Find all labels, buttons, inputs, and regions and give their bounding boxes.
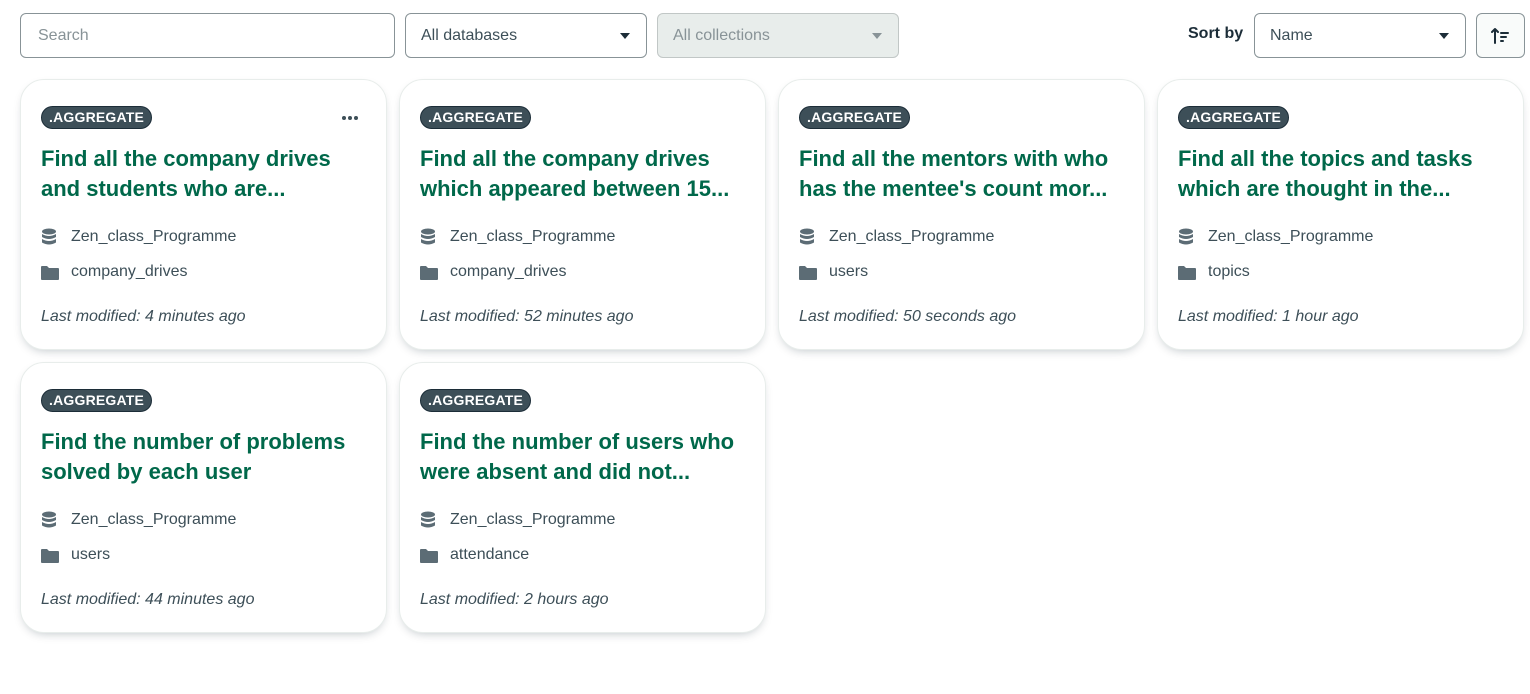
database-name: Zen_class_Programme (71, 511, 237, 528)
collection-name: topics (1208, 263, 1250, 280)
collection-name: users (829, 263, 869, 280)
database-row: Zen_class_Programme (420, 511, 615, 529)
database-icon (1178, 228, 1198, 246)
aggregate-badge: .AGGREGATE (420, 106, 532, 129)
collection-name: users (71, 546, 111, 563)
collection-row: users (41, 546, 110, 564)
chevron-down-icon (620, 33, 630, 39)
folder-icon (420, 546, 440, 564)
folder-icon (420, 263, 440, 281)
ellipsis-icon (342, 116, 358, 120)
collection-row: attendance (420, 546, 529, 564)
query-card[interactable]: .AGGREGATE Find the number of users who … (399, 362, 766, 633)
query-card[interactable]: .AGGREGATE Find the number of problems s… (20, 362, 387, 633)
database-name: Zen_class_Programme (1208, 228, 1374, 245)
chevron-down-icon (1439, 33, 1449, 39)
query-card[interactable]: .AGGREGATE Find all the topics and tasks… (1157, 79, 1524, 350)
last-modified: Last modified: 2 hours ago (420, 591, 609, 608)
aggregate-badge: .AGGREGATE (799, 106, 911, 129)
query-title[interactable]: Find all the company drives which appear… (420, 144, 750, 204)
database-icon (799, 228, 819, 246)
collection-row: company_drives (41, 263, 188, 281)
last-modified: Last modified: 52 minutes ago (420, 308, 634, 325)
query-title[interactable]: Find all the company drives and students… (41, 144, 371, 204)
query-card[interactable]: .AGGREGATE Find all the company drives w… (399, 79, 766, 350)
aggregate-badge: .AGGREGATE (41, 389, 153, 412)
query-title[interactable]: Find all the mentors with who has the me… (799, 144, 1129, 204)
last-modified: Last modified: 1 hour ago (1178, 308, 1359, 325)
database-name: Zen_class_Programme (450, 511, 616, 528)
query-card[interactable]: .AGGREGATE Find all the company drives a… (20, 79, 387, 350)
chevron-down-icon (872, 33, 882, 39)
collection-name: attendance (450, 546, 530, 563)
database-row: Zen_class_Programme (799, 228, 994, 246)
aggregate-badge: .AGGREGATE (420, 389, 532, 412)
sort-select[interactable]: Name (1254, 13, 1466, 58)
database-icon (420, 228, 440, 246)
database-name: Zen_class_Programme (450, 228, 616, 245)
collection-name: company_drives (71, 263, 188, 280)
database-icon (41, 228, 61, 246)
last-modified: Last modified: 4 minutes ago (41, 308, 246, 325)
database-row: Zen_class_Programme (41, 511, 236, 529)
query-card[interactable]: .AGGREGATE Find all the mentors with who… (778, 79, 1145, 350)
collection-row: users (799, 263, 868, 281)
database-icon (41, 511, 61, 529)
query-title[interactable]: Find the number of users who were absent… (420, 427, 750, 487)
collection-select-value: All collections (673, 26, 770, 44)
aggregate-badge: .AGGREGATE (41, 106, 153, 129)
database-select-value: All databases (421, 26, 518, 44)
aggregate-badge: .AGGREGATE (1178, 106, 1290, 129)
last-modified: Last modified: 44 minutes ago (41, 591, 255, 608)
collection-row: topics (1178, 263, 1250, 281)
database-row: Zen_class_Programme (1178, 228, 1373, 246)
database-icon (420, 511, 440, 529)
database-row: Zen_class_Programme (41, 228, 236, 246)
database-name: Zen_class_Programme (829, 228, 995, 245)
sort-direction-button[interactable] (1476, 13, 1525, 58)
folder-icon (1178, 263, 1198, 281)
collection-name: company_drives (450, 263, 567, 280)
sort-ascending-icon (1490, 27, 1509, 44)
database-name: Zen_class_Programme (71, 228, 237, 245)
folder-icon (799, 263, 819, 281)
folder-icon (41, 546, 61, 564)
collection-select: All collections (657, 13, 899, 58)
sort-label: Sort by (1188, 25, 1244, 42)
toolbar: All databases All collections Sort by Na… (0, 0, 1530, 70)
database-select[interactable]: All databases (405, 13, 647, 58)
query-title[interactable]: Find all the topics and tasks which are … (1178, 144, 1508, 204)
search-input[interactable] (20, 13, 395, 58)
sort-select-value: Name (1270, 26, 1313, 44)
last-modified: Last modified: 50 seconds ago (799, 308, 1017, 325)
query-title[interactable]: Find the number of problems solved by ea… (41, 427, 371, 487)
collection-row: company_drives (420, 263, 567, 281)
folder-icon (41, 263, 61, 281)
database-row: Zen_class_Programme (420, 228, 615, 246)
more-options-button[interactable] (339, 107, 361, 129)
